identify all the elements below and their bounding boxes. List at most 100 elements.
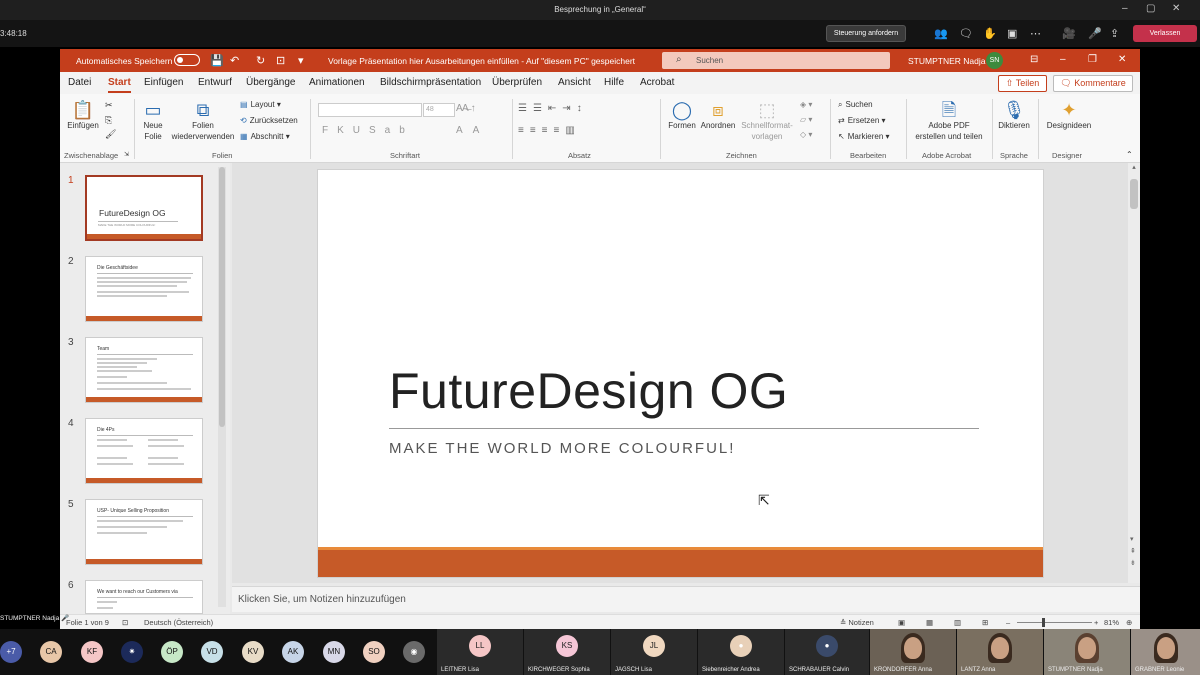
raise-hand-icon[interactable]: ✋ bbox=[983, 27, 997, 40]
participant-video-tile[interactable]: GRABNER Leonie bbox=[1131, 629, 1200, 675]
customize-qat-icon[interactable]: ▾ bbox=[298, 54, 304, 67]
participant-avatar[interactable]: KF bbox=[81, 641, 103, 663]
copy-icon[interactable]: ⎘ bbox=[105, 115, 112, 126]
layout-button[interactable]: ▤ Layout ▾ bbox=[240, 100, 281, 109]
notes-pane[interactable]: Klicken Sie, um Notizen hinzuzufügen bbox=[232, 586, 1140, 612]
share-button[interactable]: ⇧ Teilen bbox=[998, 75, 1047, 92]
slide-thumbnail[interactable]: Die Geschäftsidee bbox=[85, 256, 203, 322]
save-icon[interactable]: 💾 bbox=[210, 54, 224, 67]
new-slide-button[interactable]: ▭ Neue Folie bbox=[138, 100, 168, 142]
tab-start[interactable]: Start bbox=[108, 77, 131, 93]
more-icon[interactable]: ⋯ bbox=[1030, 27, 1041, 40]
font-size-buttons[interactable]: AA bbox=[456, 125, 489, 136]
collapse-ribbon-icon[interactable]: ⌃ bbox=[1126, 150, 1133, 159]
participant-avatar[interactable]: CA bbox=[40, 641, 62, 663]
slide-scrollbar[interactable]: ▴ ▾ ⇞ ⇟ bbox=[1128, 163, 1140, 583]
notes-toggle[interactable]: ≙ Notizen bbox=[840, 618, 874, 627]
slide-sorter-icon[interactable]: ▦ bbox=[926, 618, 933, 627]
undo-icon[interactable]: ↶ bbox=[230, 54, 239, 67]
participant-avatar[interactable]: KV bbox=[242, 641, 264, 663]
zoom-out-icon[interactable]: – bbox=[1006, 618, 1010, 627]
tab-bildschirmpraesentation[interactable]: Bildschirmpräsentation bbox=[380, 77, 481, 88]
participants-icon[interactable]: 👥 bbox=[934, 27, 948, 40]
account-avatar[interactable]: SN bbox=[986, 52, 1003, 69]
participant-avatar[interactable]: MN bbox=[323, 641, 345, 663]
comments-button[interactable]: 🗨 Kommentare bbox=[1053, 75, 1133, 92]
zoom-slider-thumb[interactable] bbox=[1042, 618, 1045, 627]
next-slide-icon[interactable]: ⇟ bbox=[1130, 559, 1136, 567]
slide-thumbnail[interactable]: FutureDesign OG MAKE THE WORLD MORE COLO… bbox=[85, 175, 203, 241]
fit-slide-icon[interactable]: ⊕ bbox=[1126, 618, 1132, 627]
search-input[interactable]: Suchen bbox=[696, 56, 723, 65]
chat-icon[interactable]: 🗨 bbox=[959, 27, 973, 40]
shape-effects-icon[interactable]: ◇ ▾ bbox=[800, 130, 812, 139]
participant-video-tile[interactable]: LANTZ Anna bbox=[957, 629, 1043, 675]
tab-ansicht[interactable]: Ansicht bbox=[558, 77, 591, 88]
shape-outline-icon[interactable]: ▱ ▾ bbox=[800, 115, 812, 124]
slideshow-icon[interactable]: ⊞ bbox=[982, 618, 988, 627]
section-button[interactable]: ▦ Abschnitt ▾ bbox=[240, 132, 290, 141]
rooms-icon[interactable]: ▣ bbox=[1007, 27, 1017, 40]
tab-datei[interactable]: Datei bbox=[68, 77, 91, 88]
zoom-level[interactable]: 81% bbox=[1104, 618, 1119, 627]
font-size-field[interactable]: 48 bbox=[423, 103, 455, 117]
cut-icon[interactable]: ✂ bbox=[105, 100, 113, 111]
accessibility-icon[interactable]: ⊡ bbox=[122, 618, 128, 627]
request-control-button[interactable]: Steuerung anfordern bbox=[826, 25, 906, 42]
close-icon[interactable]: ✕ bbox=[1118, 54, 1126, 65]
quick-styles-button[interactable]: ⬚ Schnellformat-vorlagen bbox=[738, 100, 796, 142]
participant-avatar[interactable]: VD bbox=[201, 641, 223, 663]
slide-thumbnail[interactable]: Team bbox=[85, 337, 203, 403]
participant-avatar[interactable]: ÖP bbox=[161, 641, 183, 663]
tab-acrobat[interactable]: Acrobat bbox=[640, 77, 674, 88]
participant-avatar[interactable]: AK bbox=[282, 641, 304, 663]
more-participants-badge[interactable]: +7 bbox=[0, 641, 22, 663]
participant-photo-avatar[interactable]: ✷ bbox=[121, 641, 143, 663]
ribbon-display-icon[interactable]: ⊟ bbox=[1030, 54, 1038, 65]
language-status[interactable]: Deutsch (Österreich) bbox=[144, 618, 213, 627]
autosave-toggle[interactable] bbox=[174, 54, 200, 66]
participant-avatar[interactable]: SO bbox=[363, 641, 385, 663]
select-button[interactable]: ↖ Markieren ▾ bbox=[838, 132, 890, 141]
redo-icon[interactable]: ↻ bbox=[256, 54, 265, 67]
reading-view-icon[interactable]: ▥ bbox=[954, 618, 961, 627]
dictate-button[interactable]: 🎙 Diktieren bbox=[996, 100, 1032, 131]
present-icon[interactable]: ⊡ bbox=[276, 54, 285, 67]
format-painter-icon[interactable]: 🖌 bbox=[105, 129, 116, 140]
slide-thumbnail[interactable]: We want to reach our Customers via bbox=[85, 580, 203, 614]
clipboard-launcher-icon[interactable]: ⇲ bbox=[124, 151, 129, 158]
scroll-down-icon[interactable]: ▾ bbox=[1130, 535, 1134, 543]
tab-animationen[interactable]: Animationen bbox=[309, 77, 365, 88]
participant-tile[interactable]: LL LEITNER Lisa bbox=[437, 629, 523, 675]
tab-ueberpruefen[interactable]: Überprüfen bbox=[492, 77, 542, 88]
designer-button[interactable]: ✦ Designideen bbox=[1042, 100, 1096, 131]
slide-thumbnail[interactable]: Die 4Ps bbox=[85, 418, 203, 484]
tab-hilfe[interactable]: Hilfe bbox=[604, 77, 624, 88]
scroll-thumb[interactable] bbox=[1130, 179, 1138, 209]
reset-button[interactable]: ⟲ Zurücksetzen bbox=[240, 116, 298, 125]
zoom-in-icon[interactable]: + bbox=[1094, 618, 1098, 627]
slide-title[interactable]: FutureDesign OG bbox=[389, 362, 788, 420]
participant-tile[interactable]: JL JAGSCH Lisa bbox=[611, 629, 697, 675]
current-slide[interactable]: FutureDesign OG MAKE THE WORLD MORE COLO… bbox=[317, 169, 1044, 578]
participant-photo-avatar[interactable]: ◉ bbox=[403, 641, 425, 663]
tab-entwurf[interactable]: Entwurf bbox=[198, 77, 232, 88]
normal-view-icon[interactable]: ▣ bbox=[898, 618, 905, 627]
minimize-icon[interactable]: – bbox=[1060, 54, 1066, 65]
tab-uebergaenge[interactable]: Übergänge bbox=[246, 77, 295, 88]
share-screen-icon[interactable]: ⇪ bbox=[1110, 27, 1119, 40]
notes-placeholder[interactable]: Klicken Sie, um Notizen hinzuzufügen bbox=[238, 594, 406, 605]
list-buttons[interactable]: ☰☰⇤⇥↕ bbox=[518, 103, 588, 114]
prev-slide-icon[interactable]: ⇞ bbox=[1130, 547, 1136, 555]
thumbnails-scrollbar[interactable] bbox=[218, 167, 226, 607]
find-button[interactable]: ⌕ Suchen bbox=[838, 100, 873, 110]
search-box[interactable]: ⌕ Suchen bbox=[662, 52, 890, 69]
font-format-buttons[interactable]: FKUSab bbox=[322, 125, 414, 136]
participant-tile[interactable]: KS KIRCHWEGER Sophia bbox=[524, 629, 610, 675]
document-title[interactable]: Vorlage Präsentation hier Ausarbeitungen… bbox=[328, 56, 635, 66]
participant-tile[interactable]: ● SCHRABAUER Calvin bbox=[785, 629, 869, 675]
scroll-up-icon[interactable]: ▴ bbox=[1132, 164, 1136, 171]
account-name[interactable]: STUMPTNER Nadja bbox=[908, 56, 985, 66]
adobe-pdf-button[interactable]: 🗎 Adobe PDF erstellen und teilen bbox=[910, 100, 988, 142]
align-buttons[interactable]: ≡≡≡≡▥ bbox=[518, 125, 581, 136]
